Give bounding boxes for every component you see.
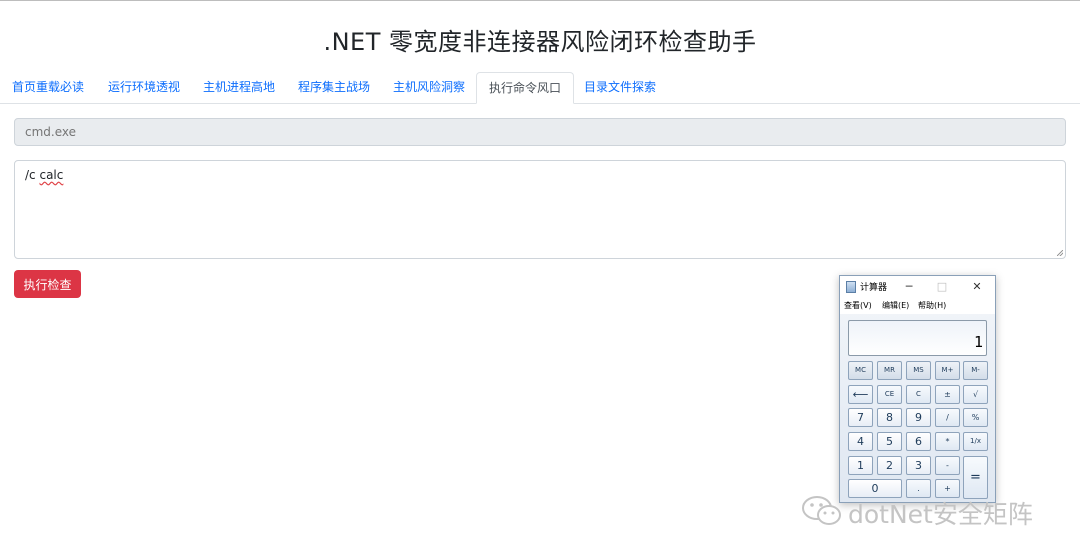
- key-1[interactable]: 1: [848, 456, 873, 475]
- calculator-title: 计算器: [860, 283, 888, 293]
- key-divide[interactable]: /: [935, 408, 960, 427]
- tab-host-risk[interactable]: 主机风险洞察: [381, 72, 477, 103]
- key-subtract[interactable]: -: [935, 456, 960, 475]
- tab-home-must-read[interactable]: 首页重载必读: [0, 72, 96, 103]
- key-3[interactable]: 3: [906, 456, 931, 475]
- key-plus-minus[interactable]: ±: [935, 385, 960, 404]
- key-4[interactable]: 4: [848, 432, 873, 451]
- menu-help[interactable]: 帮助(H): [918, 300, 946, 311]
- execute-button[interactable]: 执行检查: [14, 270, 81, 298]
- key-5[interactable]: 5: [877, 432, 902, 451]
- command-input[interactable]: [14, 118, 1066, 146]
- calculator-display: 1: [848, 320, 987, 356]
- key-mc[interactable]: MC: [848, 361, 873, 380]
- close-button[interactable]: ✕: [968, 278, 986, 296]
- watermark-text: dotNet安全矩阵: [848, 500, 1033, 529]
- key-2[interactable]: 2: [877, 456, 902, 475]
- menu-edit[interactable]: 编辑(E): [882, 300, 909, 311]
- calculator-window: 计算器 ─ □ ✕ 查看(V) 编辑(E) 帮助(H) 1 MC MR MS M…: [839, 275, 996, 503]
- arguments-text: /c calc: [25, 168, 64, 182]
- key-m-minus[interactable]: M-: [963, 361, 988, 380]
- key-mr[interactable]: MR: [877, 361, 902, 380]
- key-8[interactable]: 8: [877, 408, 902, 427]
- key-7[interactable]: 7: [848, 408, 873, 427]
- top-divider: [0, 0, 1080, 1]
- tab-runtime-environment[interactable]: 运行环境透视: [96, 72, 192, 103]
- key-reciprocal[interactable]: 1/x: [963, 432, 988, 451]
- key-ms[interactable]: MS: [906, 361, 931, 380]
- page-title: .NET 零宽度非连接器风险闭环检查助手: [323, 28, 757, 56]
- wechat-icon: [802, 496, 841, 525]
- arguments-textarea[interactable]: /c calc: [14, 160, 1066, 259]
- tab-execute-command[interactable]: 执行命令风口: [476, 72, 575, 104]
- display-value: 1: [973, 333, 983, 351]
- maximize-button[interactable]: □: [933, 278, 951, 296]
- tab-directory-files[interactable]: 目录文件探索: [572, 72, 668, 103]
- menu-view[interactable]: 查看(V): [844, 300, 872, 311]
- tab-bar: 首页重载必读 运行环境透视 主机进程高地 程序集主战场 主机风险洞察 执行命令风…: [0, 72, 1080, 104]
- key-9[interactable]: 9: [906, 408, 931, 427]
- key-sqrt[interactable]: √: [963, 385, 988, 404]
- key-clear[interactable]: C: [906, 385, 931, 404]
- key-multiply[interactable]: *: [935, 432, 960, 451]
- key-backspace[interactable]: ⟵: [848, 385, 873, 404]
- key-6[interactable]: 6: [906, 432, 931, 451]
- resize-handle[interactable]: [1057, 250, 1063, 256]
- key-m-plus[interactable]: M+: [935, 361, 960, 380]
- minimize-button[interactable]: ─: [900, 278, 918, 296]
- calculator-menu-bar: 查看(V) 编辑(E) 帮助(H): [840, 298, 995, 314]
- key-equals[interactable]: =: [963, 456, 988, 499]
- key-percent[interactable]: %: [963, 408, 988, 427]
- tab-assemblies[interactable]: 程序集主战场: [286, 72, 382, 103]
- key-clear-entry[interactable]: CE: [877, 385, 902, 404]
- tab-host-processes[interactable]: 主机进程高地: [191, 72, 287, 103]
- calculator-titlebar[interactable]: 计算器 ─ □ ✕: [840, 276, 995, 298]
- calculator-icon: [846, 281, 856, 293]
